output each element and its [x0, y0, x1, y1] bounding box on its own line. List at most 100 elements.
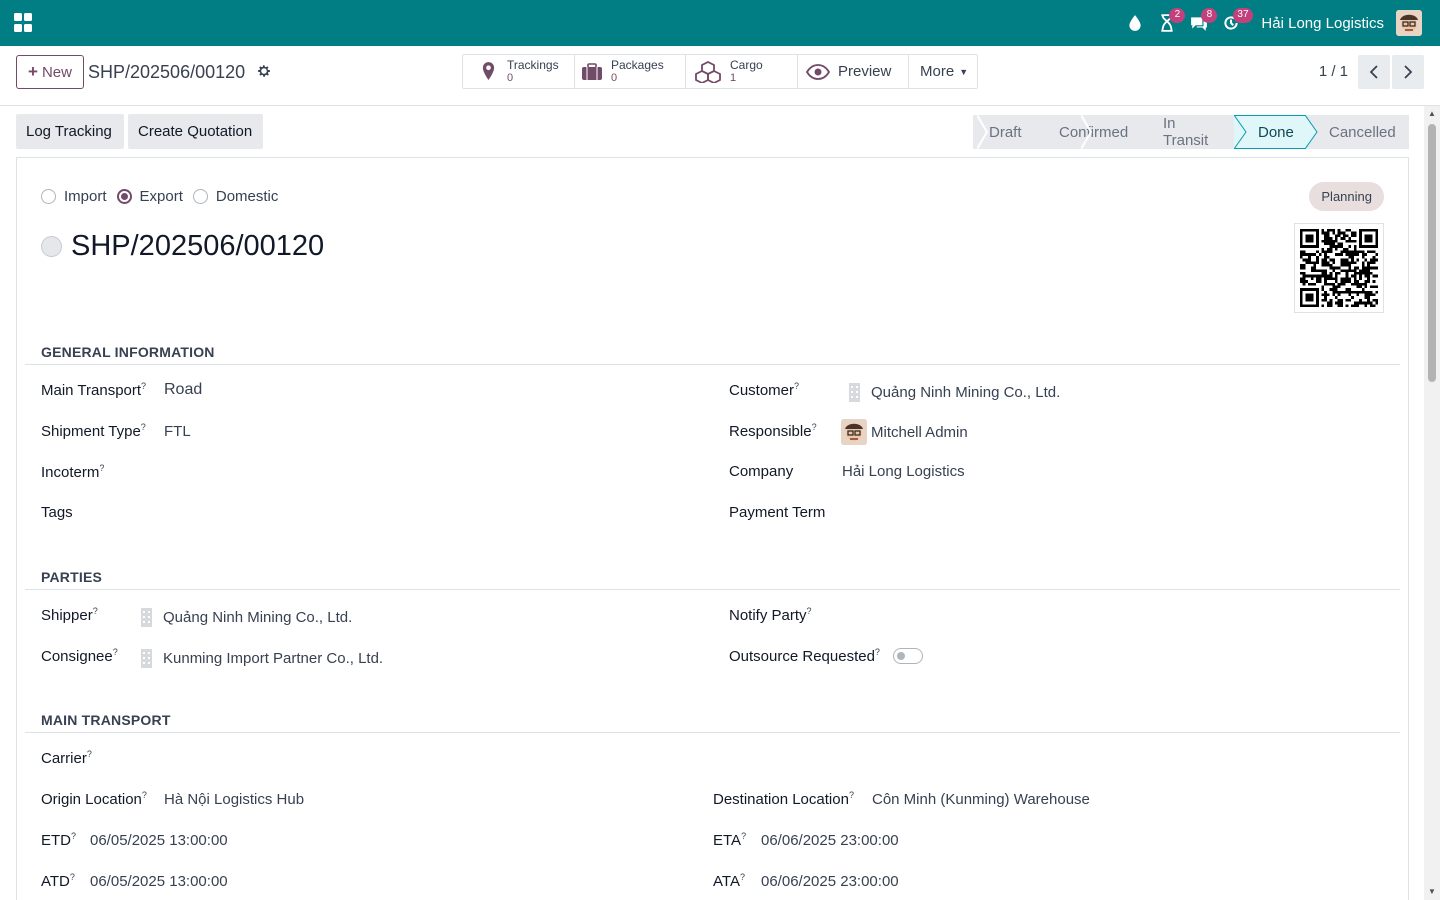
create-quotation-button[interactable]: Create Quotation [128, 114, 263, 149]
origin-location-label: Origin Location? [41, 790, 147, 808]
responsible-value[interactable]: Mitchell Admin [841, 419, 968, 445]
preview-button[interactable]: Preview [798, 55, 909, 88]
trackings-label: Trackings [507, 57, 559, 72]
help-tooltip-icon[interactable]: ? [875, 647, 880, 657]
help-tooltip-icon[interactable]: ? [93, 606, 98, 616]
outsource-requested-toggle[interactable] [893, 648, 923, 664]
control-panel: + New SHP/202506/00120 Trackings 0 Packag… [0, 46, 1440, 106]
stage-separator-icon [977, 115, 989, 149]
cargo-smart-button[interactable]: Cargo 1 [686, 55, 798, 88]
scroll-down-icon[interactable]: ▼ [1427, 888, 1437, 896]
plus-icon: + [28, 62, 38, 81]
eta-value[interactable]: 06/06/2025 23:00:00 [761, 832, 899, 849]
consignee-name: Kunming Import Partner Co., Ltd. [163, 649, 384, 667]
radio-export[interactable] [116, 189, 132, 204]
pager-value[interactable]: 1 / 1 [1319, 63, 1348, 80]
help-tooltip-icon[interactable]: ? [812, 422, 817, 432]
consignee-value[interactable]: Kunming Import Partner Co., Ltd. [140, 648, 383, 668]
more-dropdown[interactable]: More ▼ [909, 55, 977, 88]
company-label: Company [729, 463, 794, 480]
shipper-name: Quảng Ninh Mining Co., Ltd. [163, 608, 353, 626]
pager-previous-button[interactable] [1358, 55, 1390, 89]
consignee-label: Consignee? [41, 647, 118, 665]
customer-value[interactable]: Quảng Ninh Mining Co., Ltd. [848, 382, 1060, 402]
stage-cancelled[interactable]: Cancelled [1305, 115, 1409, 149]
help-tooltip-icon[interactable]: ? [794, 381, 799, 391]
help-tooltip-icon[interactable]: ? [142, 790, 147, 800]
help-tooltip-icon[interactable]: ? [141, 381, 146, 391]
etd-label: ETD? [41, 831, 77, 849]
trackings-smart-button[interactable]: Trackings 0 [463, 55, 575, 88]
outsource-requested-label: Outsource Requested? [729, 647, 880, 665]
droplet-icon[interactable] [1119, 0, 1151, 46]
destination-location-value[interactable]: Côn Minh (Kunming) Warehouse [872, 791, 1090, 808]
help-tooltip-icon[interactable]: ? [741, 831, 746, 841]
stage-arrow-icon [1305, 115, 1318, 149]
smart-buttons: Trackings 0 Packages 0 Cargo 1 Preview More… [462, 54, 978, 89]
help-tooltip-icon[interactable]: ? [70, 872, 75, 882]
radio-import-label[interactable]: Import [64, 188, 107, 205]
shipment-type-value[interactable]: FTL [164, 423, 191, 440]
suitcase-icon [581, 61, 603, 83]
trackings-count: 0 [507, 71, 514, 84]
new-button[interactable]: + New [16, 55, 84, 89]
cubes-icon [694, 60, 722, 83]
help-tooltip-icon[interactable]: ? [849, 790, 854, 800]
cargo-label: Cargo [730, 57, 763, 72]
main-transport-value[interactable]: Road [164, 381, 202, 399]
messages-icon[interactable]: 8 [1183, 0, 1218, 46]
user-avatar[interactable] [1396, 10, 1422, 36]
chevron-right-icon [1404, 65, 1413, 79]
apps-menu-icon[interactable] [14, 13, 34, 33]
status-stages: Draft Confirmed In Transit Done Cancelle… [973, 115, 1409, 149]
breadcrumb-record-name: SHP/202506/00120 [88, 62, 246, 82]
carrier-label: Carrier? [41, 749, 92, 767]
updates-clock-icon[interactable]: 37 [1215, 0, 1253, 46]
scroll-up-icon[interactable]: ▲ [1427, 110, 1437, 118]
preview-label: Preview [838, 63, 892, 80]
stage-in-transit[interactable]: In Transit [1139, 115, 1234, 149]
radio-domestic[interactable] [192, 189, 208, 204]
cargo-count: 1 [730, 71, 737, 84]
help-tooltip-icon[interactable]: ? [99, 463, 104, 473]
building-icon [141, 608, 152, 627]
help-tooltip-icon[interactable]: ? [87, 749, 92, 759]
help-tooltip-icon[interactable]: ? [141, 422, 146, 432]
priority-circle-icon[interactable] [41, 236, 62, 257]
building-icon [849, 383, 860, 402]
etd-value[interactable]: 06/05/2025 13:00:00 [90, 832, 228, 849]
atd-label: ATD? [41, 872, 75, 890]
record-title: SHP/202506/00120 [71, 230, 325, 262]
radio-import[interactable] [41, 189, 56, 204]
page-scrollbar[interactable]: ▲ ▼ [1424, 106, 1440, 900]
activity-hourglass-icon[interactable]: 2 [1151, 0, 1186, 46]
ata-value[interactable]: 06/06/2025 23:00:00 [761, 873, 899, 890]
qr-code-image [1294, 223, 1384, 313]
packages-smart-button[interactable]: Packages 0 [575, 55, 686, 88]
help-tooltip-icon[interactable]: ? [71, 831, 76, 841]
section-main-transport: MAIN TRANSPORT [25, 712, 1400, 733]
scrollbar-thumb[interactable] [1428, 124, 1436, 382]
log-tracking-button[interactable]: Log Tracking [16, 114, 124, 149]
shipper-value[interactable]: Quảng Ninh Mining Co., Ltd. [140, 607, 352, 627]
help-tooltip-icon[interactable]: ? [740, 872, 745, 882]
record-title-row: SHP/202506/00120 [41, 230, 324, 263]
company-value[interactable]: Hải Long Logistics [842, 463, 965, 480]
stage-separator-icon [1234, 115, 1247, 149]
origin-location-value[interactable]: Hà Nội Logistics Hub [164, 791, 304, 808]
packages-count: 0 [611, 71, 618, 84]
responsible-label: Responsible? [729, 422, 817, 440]
help-tooltip-icon[interactable]: ? [807, 606, 812, 616]
radio-domestic-label[interactable]: Domestic [216, 188, 279, 205]
help-tooltip-icon[interactable]: ? [113, 647, 118, 657]
payment-term-label: Payment Term [729, 504, 826, 521]
shipper-label: Shipper? [41, 606, 98, 624]
top-navbar: 2 8 37 Hải Long Logistics [0, 0, 1440, 46]
shipment-type-label: Shipment Type? [41, 422, 146, 440]
gear-icon[interactable] [256, 63, 272, 79]
form-sheet: Import Export Domestic Planning SHP/2025… [16, 157, 1409, 900]
pager-next-button[interactable] [1392, 55, 1424, 89]
radio-export-label[interactable]: Export [140, 188, 183, 205]
atd-value[interactable]: 06/05/2025 13:00:00 [90, 873, 228, 890]
company-switcher[interactable]: Hải Long Logistics [1261, 15, 1384, 32]
